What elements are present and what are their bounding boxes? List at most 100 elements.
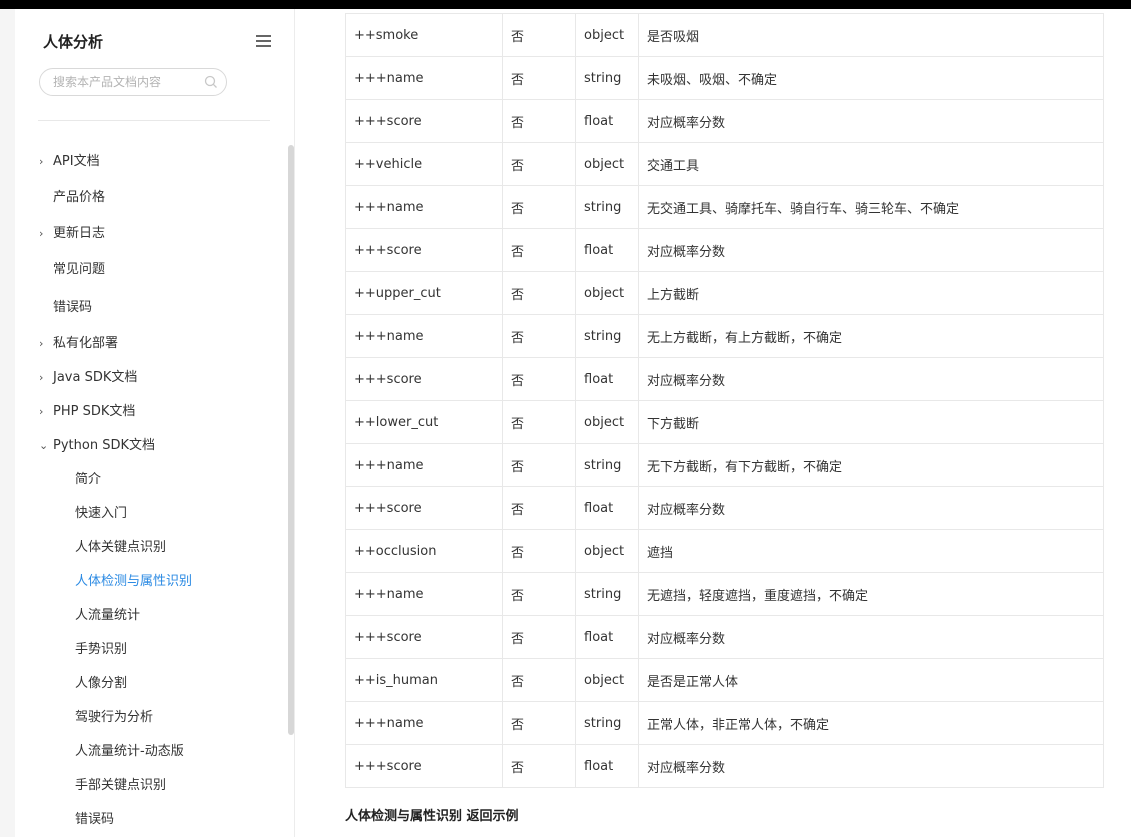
sidebar-item-python-sdk[interactable]: ⌄ Python SDK文档: [39, 437, 155, 455]
table-row: +++name 否 string 无下方截断，有下方截断，不确定: [345, 443, 1104, 487]
type-cell: string: [575, 443, 639, 487]
sidebar-subitem-body-tracking[interactable]: 人流量统计-动态版: [75, 743, 184, 761]
param-name-cell: +++score: [345, 228, 503, 272]
description-cell: 遮挡: [638, 529, 1104, 573]
hamburger-icon[interactable]: [256, 35, 271, 47]
chevron-right-icon: ›: [39, 405, 44, 418]
table-row: ++occlusion 否 object 遮挡: [345, 529, 1104, 573]
sidebar-item-faq[interactable]: 常见问题: [39, 261, 105, 279]
param-name-cell: +++name: [345, 56, 503, 100]
sidebar-subitem-driver-behavior[interactable]: 驾驶行为分析: [75, 709, 153, 727]
param-name-cell: +++name: [345, 701, 503, 745]
required-cell: 否: [502, 13, 576, 57]
description-cell: 上方截断: [638, 271, 1104, 315]
sidebar-item-java-sdk[interactable]: › Java SDK文档: [39, 369, 137, 387]
description-cell: 对应概率分数: [638, 486, 1104, 530]
sidebar-scrollbar[interactable]: [288, 145, 294, 735]
search-box: [39, 68, 227, 96]
table-row: ++lower_cut 否 object 下方截断: [345, 400, 1104, 444]
type-cell: float: [575, 357, 639, 401]
description-cell: 无上方截断，有上方截断，不确定: [638, 314, 1104, 358]
table-row: +++name 否 string 无交通工具、骑摩托车、骑自行车、骑三轮车、不确定: [345, 185, 1104, 229]
sidebar-item-pricing[interactable]: 产品价格: [39, 189, 105, 207]
description-cell: 对应概率分数: [638, 228, 1104, 272]
search-input[interactable]: [53, 69, 193, 95]
description-cell: 无交通工具、骑摩托车、骑自行车、骑三轮车、不确定: [638, 185, 1104, 229]
param-name-cell: +++score: [345, 486, 503, 530]
type-cell: string: [575, 56, 639, 100]
params-table: ++smoke 否 object 是否吸烟 +++name 否 string 未吸烟、吸烟、不…: [345, 13, 1104, 788]
sidebar-item-error-codes[interactable]: 错误码: [39, 299, 92, 317]
description-cell: 无下方截断，有下方截断，不确定: [638, 443, 1104, 487]
description-cell: 对应概率分数: [638, 99, 1104, 143]
chevron-right-icon: ›: [39, 227, 44, 240]
description-cell: 下方截断: [638, 400, 1104, 444]
description-cell: 正常人体，非正常人体，不确定: [638, 701, 1104, 745]
type-cell: object: [575, 400, 639, 444]
sidebar-subitem-hand-keypoints[interactable]: 手部关键点识别: [75, 777, 166, 795]
param-name-cell: ++occlusion: [345, 529, 503, 573]
sidebar-divider: [38, 120, 270, 121]
type-cell: string: [575, 185, 639, 229]
sidebar-subitem-body-count[interactable]: 人流量统计: [75, 607, 140, 625]
sidebar-item-label: 产品价格: [53, 190, 106, 205]
sidebar-item-php-sdk[interactable]: › PHP SDK文档: [39, 403, 135, 421]
required-cell: 否: [502, 443, 576, 487]
chevron-right-icon: ›: [39, 371, 44, 384]
param-name-cell: ++upper_cut: [345, 271, 503, 315]
required-cell: 否: [502, 658, 576, 702]
sidebar-subitem-error-codes[interactable]: 错误码: [75, 811, 114, 829]
description-cell: 对应概率分数: [638, 744, 1104, 788]
sidebar-subitem-segmentation[interactable]: 人像分割: [75, 675, 127, 693]
param-name-cell: ++lower_cut: [345, 400, 503, 444]
sidebar-item-label: Java SDK文档: [53, 370, 138, 385]
table-row: +++name 否 string 未吸烟、吸烟、不确定: [345, 56, 1104, 100]
param-name-cell: +++name: [345, 185, 503, 229]
chevron-right-icon: ›: [39, 155, 44, 168]
table-row: +++score 否 float 对应概率分数: [345, 615, 1104, 659]
table-row: +++score 否 float 对应概率分数: [345, 357, 1104, 401]
required-cell: 否: [502, 56, 576, 100]
table-row: +++name 否 string 正常人体，非正常人体，不确定: [345, 701, 1104, 745]
type-cell: string: [575, 572, 639, 616]
type-cell: object: [575, 271, 639, 315]
sidebar-subitem-body-keypoints[interactable]: 人体关键点识别: [75, 539, 166, 557]
type-cell: object: [575, 529, 639, 573]
table-row: ++upper_cut 否 object 上方截断: [345, 271, 1104, 315]
table-row: +++name 否 string 无上方截断，有上方截断，不确定: [345, 314, 1104, 358]
type-cell: float: [575, 744, 639, 788]
sidebar-subitem-intro[interactable]: 简介: [75, 471, 101, 489]
sidebar-subitem-quickstart[interactable]: 快速入门: [75, 505, 127, 523]
sidebar-subitem-body-attr[interactable]: 人体检测与属性识别: [75, 573, 192, 591]
top-bar: [0, 0, 1131, 9]
left-gutter: [0, 9, 15, 837]
description-cell: 对应概率分数: [638, 615, 1104, 659]
table-row: +++score 否 float 对应概率分数: [345, 228, 1104, 272]
param-name-cell: +++score: [345, 99, 503, 143]
sidebar-item-private-deploy[interactable]: › 私有化部署: [39, 335, 118, 353]
chevron-down-icon: ⌄: [39, 439, 49, 452]
type-cell: string: [575, 701, 639, 745]
type-cell: object: [575, 13, 639, 57]
sidebar-subitem-gesture[interactable]: 手势识别: [75, 641, 127, 659]
type-cell: float: [575, 486, 639, 530]
type-cell: object: [575, 658, 639, 702]
required-cell: 否: [502, 400, 576, 444]
required-cell: 否: [502, 701, 576, 745]
search-icon[interactable]: [203, 74, 219, 90]
param-name-cell: +++name: [345, 443, 503, 487]
type-cell: object: [575, 142, 639, 186]
required-cell: 否: [502, 314, 576, 358]
required-cell: 否: [502, 142, 576, 186]
sidebar-item-label: 错误码: [53, 300, 93, 315]
table-row: +++score 否 float 对应概率分数: [345, 744, 1104, 788]
sidebar-item-label: 更新日志: [53, 226, 106, 241]
param-name-cell: +++name: [345, 314, 503, 358]
sidebar-item-api-docs[interactable]: › API文档: [39, 153, 100, 171]
description-cell: 对应概率分数: [638, 357, 1104, 401]
type-cell: float: [575, 228, 639, 272]
table-row: ++is_human 否 object 是否是正常人体: [345, 658, 1104, 702]
required-cell: 否: [502, 185, 576, 229]
required-cell: 否: [502, 572, 576, 616]
sidebar-item-changelog[interactable]: › 更新日志: [39, 225, 105, 243]
